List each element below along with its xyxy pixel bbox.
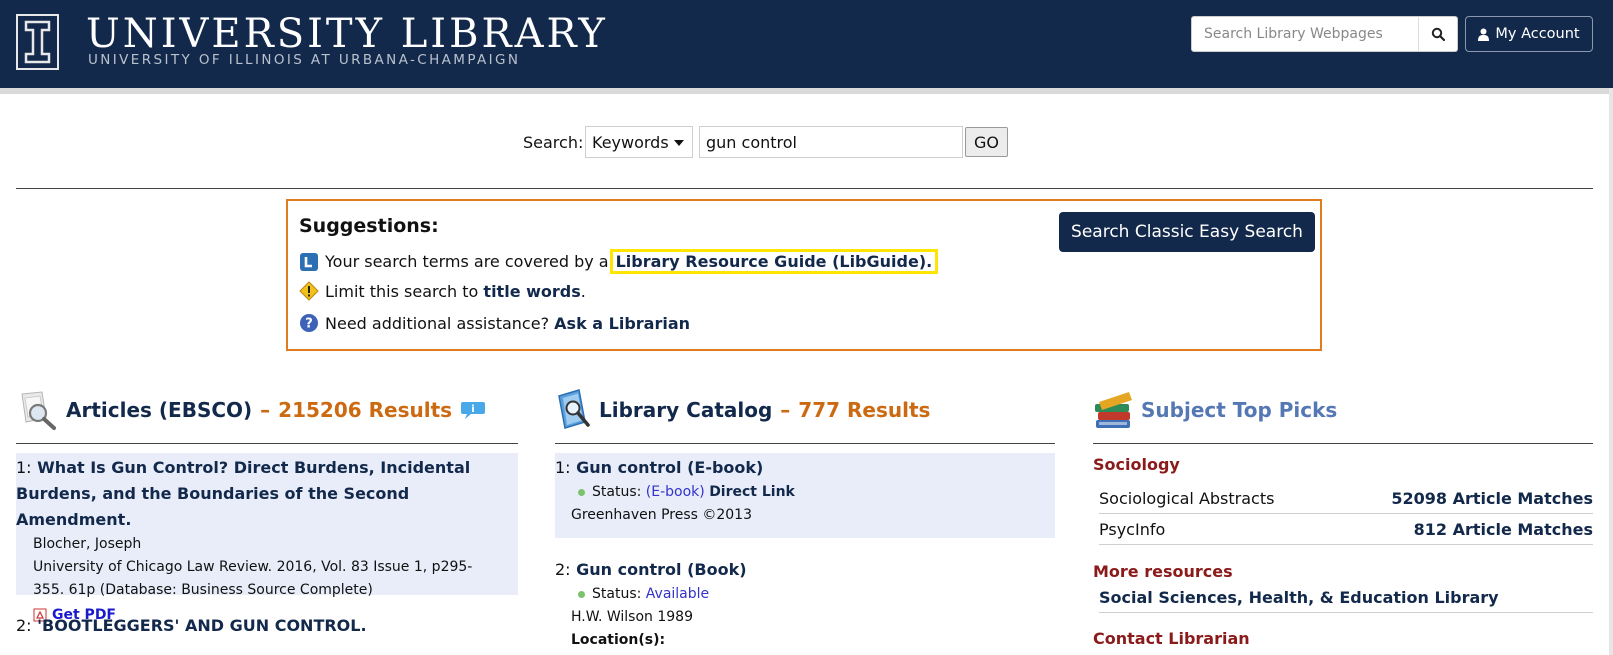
articles-column: Articles (EBSCO) – 215206 Results i 1: W… [16, 388, 518, 635]
status-label: Status: [592, 484, 642, 500]
catalog-title-1[interactable]: 1: Gun control (E-book) [555, 455, 1055, 481]
block-i-logo-icon[interactable] [16, 14, 59, 70]
suggestion-title-words-text: Limit this search to [325, 281, 479, 301]
warning-icon [299, 281, 319, 301]
logo-subtitle: UNIVERSITY OF ILLINOIS AT URBANA-CHAMPAI… [88, 52, 521, 68]
search-scope-select[interactable]: Keywords [585, 126, 693, 158]
top-picks-title: Subject Top Picks [1141, 398, 1338, 422]
direct-link[interactable]: Direct Link [709, 484, 795, 500]
svg-text:?: ? [305, 317, 313, 332]
top-picks-header: Subject Top Picks [1093, 388, 1593, 432]
search-divider [16, 188, 1593, 189]
pick-row-sociological-abstracts[interactable]: Sociological Abstracts 52098 Article Mat… [1099, 484, 1593, 514]
search-icon [1431, 27, 1445, 41]
more-resources-row[interactable]: Social Sciences, Health, & Education Lib… [1099, 583, 1593, 613]
my-account-label: My Account [1495, 26, 1580, 42]
suggestion-ask-librarian-text: Need additional assistance? [325, 313, 550, 333]
title-words-link[interactable]: title words [483, 282, 580, 301]
article-title-link[interactable]: 'BOOTLEGGERS' AND GUN CONTROL. [37, 616, 366, 635]
articles-title[interactable]: Articles (EBSCO) [66, 398, 252, 422]
site-header: UNIVERSITY LIBRARY UNIVERSITY OF ILLINOI… [0, 0, 1613, 88]
suggestions-panel: Suggestions: Your search terms are cover… [286, 199, 1322, 351]
catalog-location-label: Location(s): [571, 632, 666, 648]
search-scope-value: Keywords [592, 132, 669, 152]
articles-header: Articles (EBSCO) – 215206 Results i [16, 388, 518, 432]
suggestions-title: Suggestions: [299, 215, 439, 237]
chat-bubble-icon[interactable]: i [460, 399, 486, 421]
status-label: Status: [592, 586, 642, 602]
catalog-divider [555, 443, 1055, 444]
catalog-status-2: Status: Available [555, 583, 1055, 606]
catalog-count[interactable]: 777 Results [798, 398, 930, 422]
books-stack-icon [1093, 388, 1137, 432]
catalog-result-1: 1: Gun control (E-book) Status: (E-book)… [555, 453, 1055, 538]
result-number: 1: [555, 458, 571, 477]
my-account-button[interactable]: My Account [1465, 16, 1593, 52]
pick-matches[interactable]: 52098 Article Matches [1391, 489, 1593, 508]
article-title-2[interactable]: 2: 'BOOTLEGGERS' AND GUN CONTROL. [16, 613, 518, 639]
status-dot-icon [578, 590, 585, 598]
more-resources-heading: More resources [1093, 562, 1233, 581]
search-label: Search: [523, 133, 584, 152]
article-title-link[interactable]: What Is Gun Control? Direct Burdens, Inc… [16, 458, 470, 529]
catalog-sep: – [780, 398, 791, 422]
sociology-heading: Sociology [1093, 455, 1180, 474]
catalog-header: Library Catalog – 777 Results [555, 388, 1055, 432]
catalog-title-2[interactable]: 2: Gun control (Book) [555, 557, 1055, 583]
contact-librarian-heading[interactable]: Contact Librarian [1093, 629, 1250, 648]
search-query-input[interactable] [699, 126, 963, 158]
svg-text:i: i [471, 404, 474, 415]
catalog-publisher-1: Greenhaven Press ©2013 [571, 507, 752, 523]
pick-matches[interactable]: 812 Article Matches [1414, 520, 1593, 539]
catalog-title-link[interactable]: Gun control (E-book) [576, 458, 763, 477]
article-source-1: University of Chicago Law Review. 2016, … [33, 559, 473, 598]
articles-sep: – [260, 398, 271, 422]
site-search-button[interactable] [1418, 16, 1458, 52]
libguide-link[interactable]: Library Resource Guide (LibGuide). [609, 249, 939, 274]
suggestion-libguide: Your search terms are covered by a Libra… [299, 249, 939, 274]
user-icon [1478, 28, 1490, 41]
status-dot-icon [578, 488, 585, 496]
result-number: 1: [16, 458, 32, 477]
suggestion-libguide-text: Your search terms are covered by a [325, 252, 609, 271]
search-bar: Search: Keywords GO [0, 126, 1613, 158]
result-number: 2: [555, 560, 571, 579]
classic-easy-search-button[interactable]: Search Classic Easy Search [1059, 212, 1315, 252]
libguide-icon [299, 252, 319, 272]
pick-row-psycinfo[interactable]: PsycInfo 812 Article Matches [1099, 515, 1593, 545]
logo-title[interactable]: UNIVERSITY LIBRARY [86, 10, 608, 58]
site-search-input[interactable] [1191, 16, 1419, 52]
catalog-result-2: 2: Gun control (Book) Status: Available … [555, 557, 1055, 652]
page-scrollbar[interactable] [1609, 88, 1613, 655]
top-picks-column: Subject Top Picks Sociology Sociological… [1093, 388, 1593, 648]
articles-divider [16, 443, 518, 444]
go-button[interactable]: GO [965, 127, 1008, 157]
catalog-column: Library Catalog – 777 Results 1: Gun con… [555, 388, 1055, 648]
suggestion-title-words: Limit this search to title words. [299, 281, 586, 301]
articles-count[interactable]: 215206 Results [278, 398, 452, 422]
result-number: 2: [16, 616, 32, 635]
pick-name[interactable]: PsycInfo [1099, 520, 1165, 539]
catalog-book-icon [555, 388, 599, 432]
pick-name[interactable]: Sociological Abstracts [1099, 489, 1274, 508]
ask-a-librarian-link[interactable]: Ask a Librarian [554, 314, 690, 333]
suggestion-title-words-suffix: . [580, 281, 586, 301]
catalog-title[interactable]: Library Catalog [599, 398, 772, 422]
article-title-1[interactable]: 1: What Is Gun Control? Direct Burdens, … [16, 455, 518, 533]
help-icon: ? [299, 313, 319, 333]
article-result-1: 1: What Is Gun Control? Direct Burdens, … [16, 453, 518, 623]
article-magnifier-icon [16, 388, 60, 432]
catalog-publisher-2: H.W. Wilson 1989 [571, 609, 693, 625]
social-sciences-library-link[interactable]: Social Sciences, Health, & Education Lib… [1099, 588, 1499, 607]
article-author-1: Blocher, Joseph [33, 536, 142, 552]
status-value: (E-book) [645, 484, 705, 500]
catalog-title-link[interactable]: Gun control (Book) [576, 560, 746, 579]
suggestion-ask-librarian: ? Need additional assistance? Ask a Libr… [299, 313, 690, 333]
header-divider [0, 88, 1613, 94]
top-picks-divider [1093, 443, 1593, 444]
status-value: Available [645, 586, 710, 602]
chevron-down-icon [674, 140, 684, 146]
catalog-status-1: Status: (E-book) Direct Link [555, 481, 1055, 504]
